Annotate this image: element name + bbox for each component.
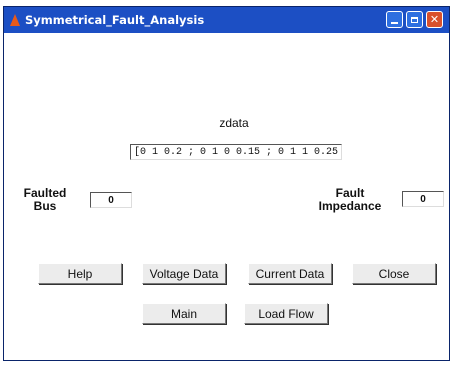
zdata-input[interactable]: [0 1 0.2 ; 0 1 0 0.15 ; 0 1 1 0.25 ; 1 2… [130, 144, 342, 160]
voltage-data-button[interactable]: Voltage Data [142, 263, 226, 284]
fault-impedance-input[interactable]: 0 [402, 191, 444, 207]
faulted-bus-input[interactable]: 0 [90, 192, 132, 208]
load-flow-button[interactable]: Load Flow [244, 303, 328, 324]
title-bar[interactable]: Symmetrical_Fault_Analysis ✕ [4, 7, 449, 33]
faulted-bus-label: Faulted Bus [20, 187, 70, 213]
zdata-label: zdata [219, 116, 249, 130]
faulted-bus-label-text: Faulted Bus [23, 186, 67, 213]
fault-impedance-label-text: Fault Impedance [318, 186, 382, 213]
fault-impedance-label: Fault Impedance [310, 187, 390, 213]
symmetrical-fault-window: Symmetrical_Fault_Analysis ✕ zdata [0 1 … [3, 6, 450, 361]
window-title: Symmetrical_Fault_Analysis [25, 13, 205, 27]
minimize-icon[interactable] [386, 11, 403, 28]
maximize-icon[interactable] [406, 11, 423, 28]
figure-panel: zdata [0 1 0.2 ; 0 1 0 0.15 ; 0 1 1 0.25… [4, 33, 449, 360]
help-button[interactable]: Help [38, 263, 122, 284]
close-button[interactable]: Close [352, 263, 436, 284]
window-controls: ✕ [386, 11, 443, 28]
matlab-icon [8, 14, 20, 26]
main-button[interactable]: Main [142, 303, 226, 324]
current-data-button[interactable]: Current Data [248, 263, 332, 284]
close-icon[interactable]: ✕ [426, 11, 443, 28]
